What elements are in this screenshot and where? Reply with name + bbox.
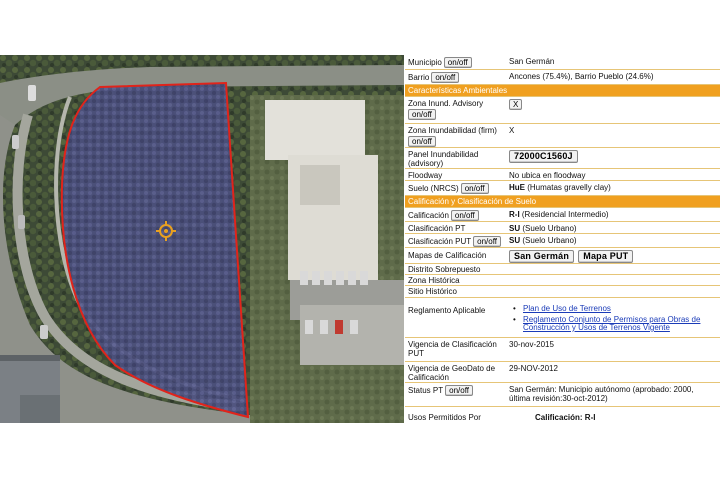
suelo-code: HuE	[509, 183, 525, 192]
row-sitio-historico: Sitio Histórico	[405, 286, 720, 298]
calificacion-toggle-button[interactable]: on/off	[450, 210, 479, 221]
row-reglamento: Reglamento Aplicable Plan de Uso de Terr…	[405, 298, 720, 338]
distrito-sobrepuesto-label: Distrito Sobrepuesto	[408, 265, 481, 274]
row-clasificacion-pt: Clasificación PT SU (Suelo Urbano)	[405, 222, 720, 234]
clasificacion-pt-code: SU	[509, 224, 521, 233]
suelo-label-cell: Suelo (NRCS) on/off	[408, 183, 508, 194]
row-calificacion: Calificación on/off R-I (Residencial Inte…	[405, 208, 720, 222]
municipio-toggle-button[interactable]: on/off	[443, 57, 472, 68]
zona-inund-advisory-value-button[interactable]: X	[509, 99, 523, 110]
reglamento-links-cell: Plan de Uso de Terrenos Reglamento Conju…	[509, 304, 717, 335]
row-vigencia-geodato: Vigencia de GeoDato de Calificación 29-N…	[405, 362, 720, 383]
clasificacion-put-label-cell: Clasificación PUT on/off	[408, 236, 508, 247]
barrio-label: Barrio	[408, 73, 430, 82]
row-panel-inundabilidad: Panel Inundabilidad (advisory) 72000C156…	[405, 148, 720, 169]
usos-permitidos-label: Usos Permitidos Por	[408, 413, 481, 422]
status-pt-value: San Germán: Municipio autónomo (aprobado…	[509, 385, 694, 403]
row-distrito-sobrepuesto: Distrito Sobrepuesto	[405, 264, 720, 275]
clasificacion-pt-desc: (Suelo Urbano)	[520, 224, 577, 233]
aerial-imagery	[0, 55, 404, 423]
municipio-label: Municipio	[408, 58, 442, 67]
suelo-toggle-button[interactable]: on/off	[460, 183, 489, 194]
status-pt-toggle-button[interactable]: on/off	[445, 385, 473, 396]
municipio-value: San Germán	[509, 57, 555, 66]
reglamento-links: Plan de Uso de Terrenos Reglamento Conju…	[509, 304, 717, 333]
usos-permitidos-value: Calificación: R-I	[535, 413, 596, 422]
row-usos-permitidos: Usos Permitidos Por Calificación: R-I	[405, 407, 720, 427]
property-info-panel: Municipio on/off San Germán Barrio on/off …	[405, 55, 720, 427]
status-pt-label: Status PT	[408, 386, 444, 395]
mapas-calificacion-buttons: San Germán Mapa PUT	[509, 250, 717, 263]
calificacion-value-cell: R-I (Residencial Intermedio)	[509, 210, 717, 219]
zona-inund-advisory-label: Zona Inund. Advisory	[408, 99, 484, 108]
clasificacion-put-value-cell: SU (Suelo Urbano)	[509, 236, 717, 245]
row-status-pt: Status PT on/off San Germán: Municipio au…	[405, 383, 720, 407]
status-pt-label-cell: Status PT on/off	[408, 385, 508, 396]
reglamento-conjunto-link[interactable]: Reglamento Conjunto de Permisos para Obr…	[513, 315, 717, 333]
municipio-label-cell: Municipio on/off	[408, 57, 508, 68]
barrio-value: Ancones (75.4%), Barrio Pueblo (24.6%)	[509, 72, 654, 81]
suelo-label: Suelo (NRCS)	[408, 184, 459, 193]
row-clasificacion-put: Clasificación PUT on/off SU (Suelo Urbano…	[405, 234, 720, 248]
suelo-value-cell: HuE (Humatas gravelly clay)	[509, 183, 717, 192]
row-zona-inund-firm: Zona Inundabilidad (firm) on/off X	[405, 124, 720, 148]
aerial-map[interactable]	[0, 55, 404, 423]
section-title-ambientales: Características Ambientales	[408, 86, 508, 95]
row-suelo: Suelo (NRCS) on/off HuE (Humatas gravelly…	[405, 181, 720, 196]
floodway-value: No ubica en floodway	[509, 171, 586, 180]
floodway-label: Floodway	[408, 171, 443, 180]
mapa-put-button[interactable]: Mapa PUT	[578, 250, 634, 263]
san-german-map-button[interactable]: San Germán	[509, 250, 575, 263]
zona-inund-firm-label-cell: Zona Inundabilidad (firm) on/off	[408, 126, 508, 147]
barrio-label-cell: Barrio on/off	[408, 72, 508, 83]
section-header-calificacion: Calificación y Clasificación de Suelo	[405, 196, 720, 208]
section-header-ambientales: Características Ambientales	[405, 85, 720, 97]
row-municipio: Municipio on/off San Germán	[405, 55, 720, 70]
sitio-historico-label: Sitio Histórico	[408, 287, 457, 296]
vigencia-clasificacion-value: 30-nov-2015	[509, 340, 554, 349]
row-vigencia-clasificacion: Vigencia de Clasificación PUT 30-nov-201…	[405, 338, 720, 362]
zona-inund-advisory-label-cell: Zona Inund. Advisory on/off	[408, 99, 508, 120]
suelo-desc: (Humatas gravelly clay)	[525, 183, 611, 192]
clasificacion-put-toggle-button[interactable]: on/off	[473, 236, 502, 247]
zona-inund-firm-label: Zona Inundabilidad (firm)	[408, 126, 497, 135]
panel-inundabilidad-value-cell: 72000C1560J	[509, 150, 717, 163]
plan-uso-terrenos-link[interactable]: Plan de Uso de Terrenos	[513, 304, 717, 314]
vigencia-geodato-value: 29-NOV-2012	[509, 364, 558, 373]
reglamento-label: Reglamento Aplicable	[408, 306, 486, 315]
barrio-toggle-button[interactable]: on/off	[431, 72, 460, 83]
clasificacion-pt-value-cell: SU (Suelo Urbano)	[509, 224, 717, 233]
row-barrio: Barrio on/off Ancones (75.4%), Barrio Pue…	[405, 70, 720, 85]
calificacion-label-cell: Calificación on/off	[408, 210, 508, 221]
calificacion-code: R-I	[509, 210, 520, 219]
clasificacion-put-desc: (Suelo Urbano)	[520, 236, 577, 245]
calificacion-desc: (Residencial Intermedio)	[519, 210, 609, 219]
row-zona-historica: Zona Histórica	[405, 275, 720, 286]
row-floodway: Floodway No ubica en floodway	[405, 169, 720, 181]
zona-inund-firm-toggle-button[interactable]: on/off	[408, 136, 436, 147]
clasificacion-pt-label: Clasificación PT	[408, 224, 466, 233]
zona-inund-firm-value: X	[509, 126, 515, 135]
zona-inund-advisory-toggle-button[interactable]: on/off	[408, 109, 436, 120]
panel-inundabilidad-label: Panel Inundabilidad (advisory)	[408, 150, 479, 168]
clasificacion-put-code: SU	[509, 236, 521, 245]
calificacion-label: Calificación	[408, 211, 449, 220]
zona-inund-advisory-value-cell: X	[509, 99, 717, 110]
vigencia-clasificacion-label: Vigencia de Clasificación PUT	[408, 340, 497, 358]
row-zona-inund-advisory: Zona Inund. Advisory on/off X	[405, 97, 720, 124]
row-mapas-calificacion: Mapas de Calificación San Germán Mapa PU…	[405, 248, 720, 264]
section-title-calificacion: Calificación y Clasificación de Suelo	[408, 197, 537, 206]
panel-inundabilidad-button[interactable]: 72000C1560J	[509, 150, 578, 163]
mapas-calificacion-label: Mapas de Calificación	[408, 251, 487, 260]
vigencia-geodato-label: Vigencia de GeoDato de Calificación	[408, 364, 496, 382]
zona-historica-label: Zona Histórica	[408, 276, 460, 285]
clasificacion-put-label: Clasificación PUT	[408, 237, 472, 246]
